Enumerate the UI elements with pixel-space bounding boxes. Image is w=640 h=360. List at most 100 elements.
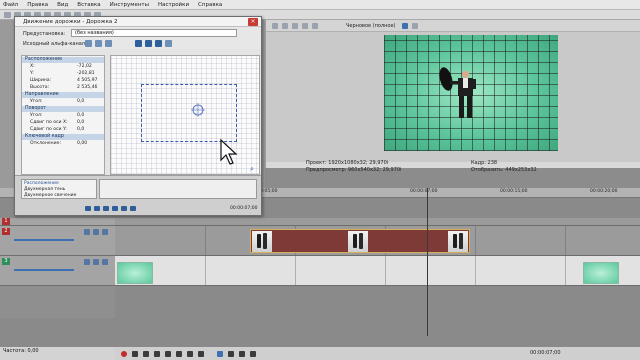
property-row[interactable]: Ширина: 4 505,97 [22,78,104,84]
pause-icon[interactable] [165,350,171,357]
prevent-movement-x-icon[interactable] [145,40,152,47]
loop-icon[interactable] [132,350,138,357]
split-screen-icon[interactable] [292,22,298,29]
edit-in-object-space-icon[interactable] [135,40,142,47]
kf-row-2d-shadow[interactable]: Двухмерная тень [24,187,65,192]
track-mute-icon[interactable] [102,229,108,235]
track-number: 3 [2,258,10,265]
enable-rotation-icon[interactable] [105,40,112,47]
frame-bounds-rect[interactable] [141,84,237,142]
prevent-movement-y-icon[interactable] [155,40,162,47]
property-row[interactable]: Сдвиг по оси X: 0,0 [22,120,104,126]
normal-edit-tool-icon[interactable] [217,350,223,357]
property-row[interactable]: Y: -202,81 [22,71,104,77]
menu-view[interactable]: Вид [57,2,68,8]
add-keyframe-icon[interactable] [103,206,109,211]
property-value[interactable]: -72,02 [77,64,92,70]
zoom-tool-icon[interactable] [250,350,256,357]
video-clip[interactable] [250,229,470,253]
track-motion-icon[interactable] [84,229,90,235]
property-row[interactable]: Сдвиг по оси Y: 0,0 [22,127,104,133]
frame-value: 238 [487,160,498,166]
copy-snapshot-icon[interactable] [312,22,318,29]
envelope-tool-icon[interactable] [228,350,234,357]
selection-tool-icon[interactable] [239,350,245,357]
go-to-start-icon[interactable] [187,350,193,357]
new-project-icon[interactable] [4,11,11,18]
menu-file[interactable]: Файл [3,2,18,8]
property-row[interactable]: Угол: 0,0 [22,99,104,105]
zoom-icon[interactable]: ⌕ [250,165,254,174]
kf-row-2d-glow[interactable]: Двухмерное свечение [24,193,76,198]
property-row[interactable]: Высота: 2 535,46 [22,85,104,91]
track-header-2[interactable]: 2 [0,226,115,256]
first-keyframe-icon[interactable] [85,206,91,211]
property-group-header[interactable]: Поворот [22,106,104,112]
external-monitor-icon[interactable] [282,22,288,29]
preview-quality-select[interactable]: Черновое (полное) [346,23,396,29]
menu-help[interactable]: Справка [198,2,222,8]
property-group-header[interactable]: Направление [22,92,104,98]
preset-dropdown[interactable]: (без названия) [71,29,237,37]
dialog-title: Движение дорожки - Дорожка 2 [23,19,118,25]
menu-options[interactable]: Настройки [158,2,189,8]
track-mute-icon[interactable] [102,259,108,265]
last-keyframe-icon[interactable] [130,206,136,211]
property-key: Y: [30,71,34,76]
play-icon[interactable] [154,350,160,357]
property-value[interactable]: -202,81 [77,71,95,77]
track-header-3[interactable]: 3 [0,256,115,286]
grid-icon[interactable] [411,22,418,29]
property-value[interactable]: 0,0 [77,113,84,119]
property-row[interactable]: Отклонение: 0,00 [22,141,104,147]
dialog-titlebar[interactable]: Движение дорожки - Дорожка 2 × [15,17,261,27]
track-fx-icon[interactable] [93,259,99,265]
normal-edit-icon[interactable] [95,40,102,47]
green-clip-start[interactable] [117,262,153,284]
property-group-header[interactable]: Ключевой кадр [22,134,104,140]
property-group-header[interactable]: Расположение [22,57,104,63]
prev-keyframe-icon[interactable] [94,206,100,211]
play-from-start-icon[interactable] [143,350,149,357]
property-value[interactable]: 4 505,97 [77,78,97,84]
overlays-icon[interactable] [401,22,408,29]
track-lane-2[interactable] [115,226,640,256]
track-header-1[interactable]: 1 [0,218,115,226]
property-value[interactable]: 0,0 [77,120,84,126]
menu-edit[interactable]: Правка [27,2,48,8]
playhead-cursor[interactable] [427,188,428,336]
next-keyframe-icon[interactable] [121,206,127,211]
record-icon[interactable] [121,350,127,357]
property-row[interactable]: X: -72,02 [22,64,104,70]
preview-toolbar: Черновое (полное) [266,20,640,32]
track-lane-1[interactable] [115,218,640,226]
track-lane-3[interactable] [115,256,640,286]
property-value[interactable]: 0,0 [77,127,84,133]
track-fx-icon[interactable] [93,229,99,235]
track-level-slider[interactable] [14,269,74,271]
menu-tools[interactable]: Инструменты [110,2,149,8]
menu-insert[interactable]: Вставка [77,2,100,8]
alpha-dropdown-icon[interactable] [85,40,92,47]
delete-keyframe-icon[interactable] [112,206,118,211]
track-motion-icon[interactable] [84,259,90,265]
go-to-end-icon[interactable] [198,350,204,357]
close-icon[interactable]: × [248,18,258,26]
stop-icon[interactable] [176,350,182,357]
lock-aspect-ratio-icon[interactable] [165,40,172,47]
kf-row-position[interactable]: Расположение [24,181,59,186]
motion-edit-canvas[interactable]: ⌕ [110,55,260,175]
preview-properties-icon[interactable] [272,22,278,29]
property-value[interactable]: 0,0 [77,99,84,105]
center-point-icon[interactable] [191,103,205,117]
property-value[interactable]: 2 535,46 [77,85,97,91]
track-level-slider[interactable] [14,239,74,241]
property-key: X: [30,64,35,69]
keyframe-controls [85,206,139,211]
property-row[interactable]: Угол: 0,0 [22,113,104,119]
keyframe-timeline[interactable] [99,179,257,199]
adjust-size-icon[interactable] [302,22,308,29]
green-clip-end[interactable] [583,262,619,284]
mouse-cursor-icon [220,138,238,165]
property-value[interactable]: 0,00 [77,141,87,147]
